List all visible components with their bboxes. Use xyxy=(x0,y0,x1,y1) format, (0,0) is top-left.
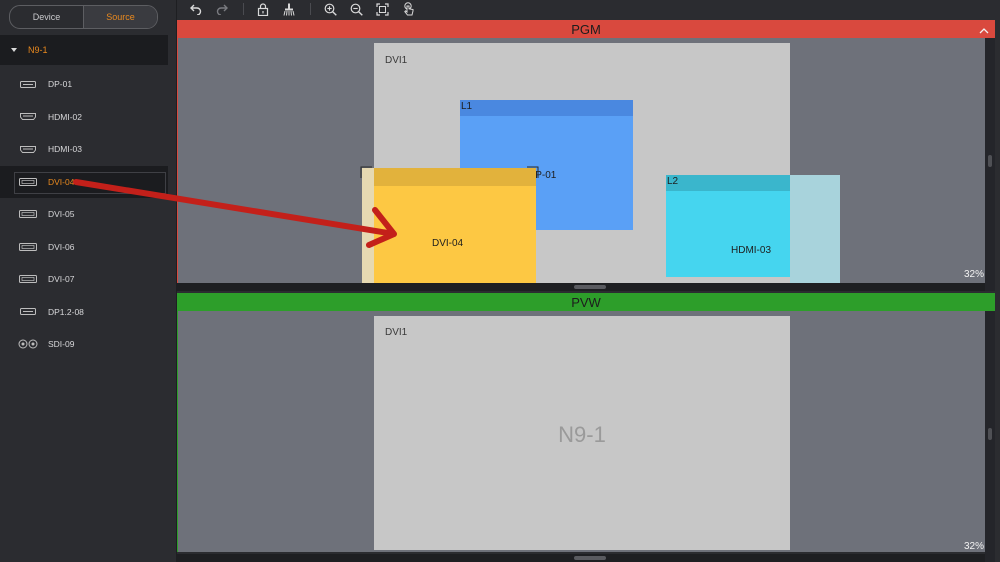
pvw-screen[interactable]: DVI1 N9-1 xyxy=(374,316,790,550)
source-list: DP-01 HDMI-02 HDMI-03 DVI-04 DVI-05 DVI-… xyxy=(0,68,168,361)
fit-screen-icon[interactable] xyxy=(371,0,393,18)
dvi-port-icon xyxy=(18,242,38,251)
source-item-selected[interactable]: DVI-04 xyxy=(0,165,168,198)
source-item[interactable]: DP-01 xyxy=(0,68,168,101)
sidebar: Device Source N9-1 DP-01 HDMI-02 HDMI-03… xyxy=(0,0,177,562)
device-name: N9-1 xyxy=(28,45,48,55)
touch-icon[interactable] xyxy=(397,0,419,18)
source-item[interactable]: HDMI-03 xyxy=(0,133,168,166)
tab-source[interactable]: Source xyxy=(83,6,157,28)
pvw-device-label: N9-1 xyxy=(558,422,606,447)
hdmi-port-icon xyxy=(18,113,38,121)
scroll-thumb[interactable] xyxy=(574,285,606,289)
pgm-zoom-level: 32% xyxy=(963,269,984,280)
tab-device[interactable]: Device xyxy=(10,6,83,28)
scroll-thumb[interactable] xyxy=(574,556,606,560)
dvi-port-icon xyxy=(18,177,38,186)
layer-tag: L1 xyxy=(461,101,473,112)
toolbar-divider xyxy=(243,3,244,15)
toolbar-divider xyxy=(310,3,311,15)
sdi-port-icon xyxy=(18,339,38,349)
pvw-zoom-level: 32% xyxy=(963,541,984,552)
layer-header[interactable] xyxy=(666,175,790,191)
source-label: DVI-07 xyxy=(48,274,75,285)
pvw-horizontal-scrollbar[interactable] xyxy=(177,554,985,562)
pvw-title: PVW xyxy=(571,294,601,310)
dp-port-icon xyxy=(18,308,38,316)
source-label: DVI-05 xyxy=(48,209,75,220)
source-label: DVI-06 xyxy=(48,241,75,252)
layer-header[interactable] xyxy=(460,100,633,116)
layer-tag: L2 xyxy=(667,176,679,187)
pgm-horizontal-scrollbar[interactable] xyxy=(177,283,985,291)
lock-icon[interactable] xyxy=(252,0,274,18)
device-tree-node[interactable]: N9-1 xyxy=(0,35,168,65)
clear-brush-icon[interactable] xyxy=(278,0,300,18)
dvi-port-icon xyxy=(18,275,38,284)
pgm-title: PGM xyxy=(571,21,601,37)
pvw-canvas[interactable]: DVI1 N9-1 32% xyxy=(177,311,986,552)
source-label: DP1.2-08 xyxy=(48,306,84,317)
dvi-port-icon xyxy=(18,210,38,219)
screen-label: DVI1 xyxy=(385,327,408,338)
pvw-vertical-scrollbar[interactable] xyxy=(985,311,995,562)
source-item[interactable]: DVI-05 xyxy=(0,198,168,231)
redo-icon[interactable] xyxy=(211,0,233,18)
scroll-thumb[interactable] xyxy=(988,428,992,440)
layer-l2[interactable]: L2 HDMI-03 xyxy=(666,175,790,277)
pgm-title-bar: PGM xyxy=(177,20,995,38)
undo-icon[interactable] xyxy=(185,0,207,18)
source-label: HDMI-03 xyxy=(48,144,83,155)
hdmi-port-icon xyxy=(18,145,38,153)
screen-label: DVI1 xyxy=(385,55,408,66)
pgm-canvas[interactable]: DVI1 L1 DP-01 L2 HDMI-03 DVI-04 32% xyxy=(177,38,986,284)
selection-handles xyxy=(360,166,539,178)
source-label: DP-01 xyxy=(48,79,73,90)
toolbar xyxy=(177,0,1000,18)
source-label: DVI-04 xyxy=(48,176,75,187)
dp-port-icon xyxy=(18,80,38,88)
layer-l2-overflow xyxy=(790,175,840,283)
source-item[interactable]: DP1.2-08 xyxy=(0,296,168,329)
source-item[interactable]: SDI-09 xyxy=(0,328,168,361)
sidebar-tabs: Device Source xyxy=(9,5,158,29)
pgm-vertical-scrollbar[interactable] xyxy=(985,38,995,291)
caret-down-icon[interactable] xyxy=(11,48,17,52)
scroll-thumb[interactable] xyxy=(988,155,992,167)
pvw-title-bar: PVW xyxy=(177,293,995,311)
source-item[interactable]: DVI-07 xyxy=(0,263,168,296)
chevron-up-icon[interactable] xyxy=(979,24,989,34)
layer-source-name: HDMI-03 xyxy=(731,245,772,256)
zoom-in-icon[interactable] xyxy=(319,0,341,18)
zoom-out-icon[interactable] xyxy=(345,0,367,18)
source-label: HDMI-02 xyxy=(48,111,83,122)
source-label: SDI-09 xyxy=(48,339,75,350)
source-item[interactable]: DVI-06 xyxy=(0,231,168,264)
source-item[interactable]: HDMI-02 xyxy=(0,101,168,134)
